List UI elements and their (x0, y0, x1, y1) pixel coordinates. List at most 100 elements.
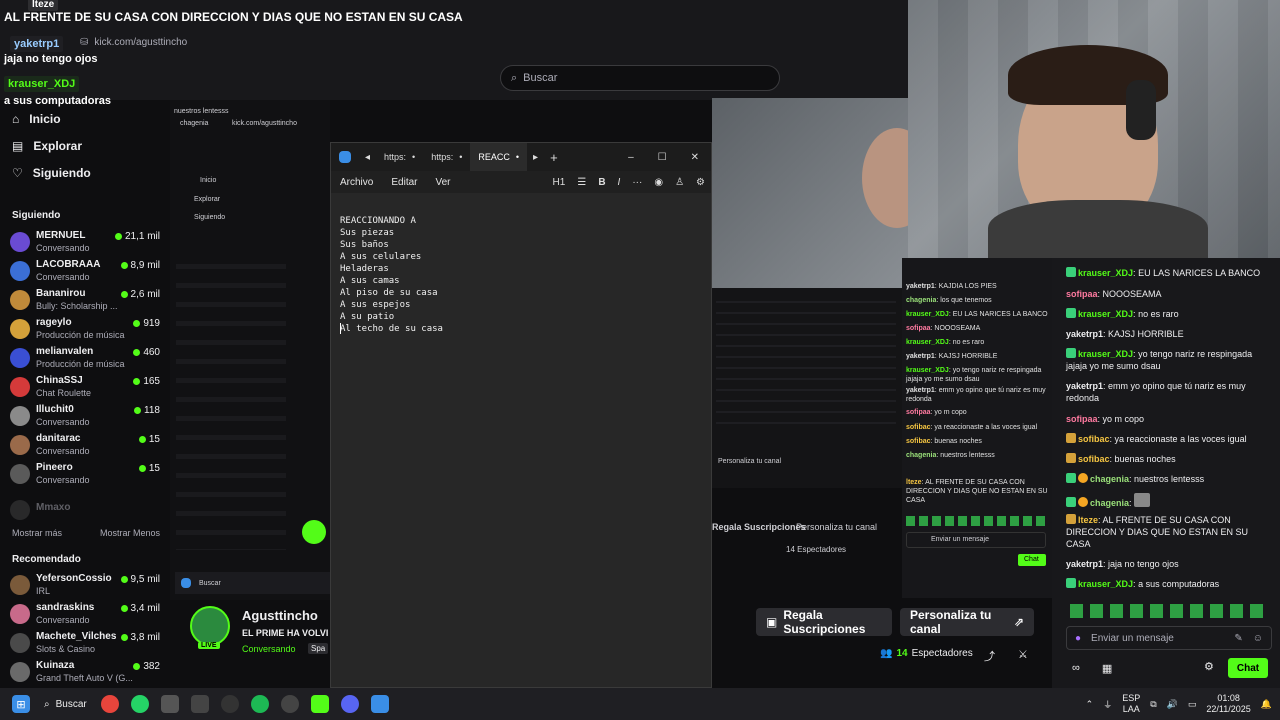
mid-customize-label[interactable]: Personaliza tu canal (796, 522, 877, 532)
gift-subs-button[interactable]: ▣ Regala Suscripciones (756, 608, 892, 636)
chat-user[interactable]: yaketrp1 (1066, 329, 1103, 339)
clock[interactable]: 01:08 22/11/2025 (1206, 693, 1250, 715)
calendar-icon[interactable]: ▦ (1102, 662, 1112, 675)
battery-icon[interactable]: ▭ (1188, 699, 1197, 710)
streamer-name[interactable]: Agusttincho (242, 608, 318, 623)
following-channel[interactable]: Illuchit0 Conversando 118 (10, 402, 160, 432)
language-indicator[interactable]: ESP LAA (1122, 693, 1140, 715)
mini-chat-button[interactable]: Chat (1018, 554, 1046, 566)
following-channel[interactable]: rageylo Producción de música 919 (10, 315, 160, 345)
nav-label: Inicio (29, 112, 61, 126)
following-channel[interactable]: Bananirou Bully: Scholarship ... 2,6 mil (10, 286, 160, 316)
chat-user[interactable]: krauser_XDJ (1078, 579, 1133, 589)
nav-explorar[interactable]: ▤ Explorar (12, 139, 82, 153)
nav-siguiendo[interactable]: ♡ Siguiendo (12, 166, 91, 180)
discord-icon[interactable] (340, 695, 359, 713)
network-icon[interactable]: ⧉ (1150, 699, 1156, 710)
chat-user[interactable]: yaketrp1 (1066, 381, 1103, 391)
chat-text: jaja no tengo ojos (1108, 559, 1179, 569)
following-channel-offline[interactable]: Mmaxo (10, 496, 160, 526)
tab-1[interactable]: https: • (376, 143, 423, 171)
chat-settings-icon[interactable]: ⚙ (1204, 660, 1214, 673)
new-tab-icon[interactable]: + (544, 150, 564, 165)
windows-start-icon[interactable]: ⊞ (12, 695, 30, 713)
emoji-icon[interactable]: ☺ (1253, 633, 1263, 644)
chrome-icon[interactable] (100, 695, 119, 713)
chat-user[interactable]: chagenia (1090, 498, 1129, 508)
stream-tag[interactable]: Spa (308, 643, 329, 654)
tab-prev-icon[interactable]: ◂ (359, 152, 376, 163)
show-more-link[interactable]: Mostrar más (12, 528, 62, 538)
mod-icon[interactable]: ⚔ (1018, 648, 1028, 661)
taskbar-search[interactable]: ⌕ Buscar (44, 699, 87, 710)
bold-icon[interactable]: B (592, 177, 611, 188)
following-channel[interactable]: MERNUEL Conversando 21,1 mil (10, 228, 160, 258)
chat-send-button[interactable]: Chat (1228, 658, 1268, 678)
chat-user[interactable]: sofibac (1078, 454, 1110, 464)
chat-user[interactable]: sofibac (1078, 434, 1110, 444)
following-channel[interactable]: danitarac Conversando 15 (10, 431, 160, 461)
following-channel[interactable]: LACOBRAAA Conversando 8,9 mil (10, 257, 160, 287)
channel-name: Pineero (36, 462, 73, 473)
menu-editar[interactable]: Editar (382, 177, 426, 188)
home-icon: ⌂ (12, 112, 20, 126)
infinity-icon[interactable]: ∞ (1072, 662, 1080, 675)
show-less-link[interactable]: Mostrar Menos (100, 528, 160, 538)
usb-icon[interactable]: ⏚ (1103, 698, 1112, 711)
tab-3-active[interactable]: REACC • (470, 143, 528, 171)
emote-row[interactable] (1070, 604, 1270, 618)
mini-chat-input[interactable]: Enviar un mensaje (906, 532, 1046, 548)
close-icon[interactable]: ✕ (679, 152, 711, 163)
account-icon[interactable]: ♙ (669, 177, 690, 188)
menu-archivo[interactable]: Archivo (331, 177, 382, 188)
menu-ver[interactable]: Ver (426, 177, 459, 188)
spotify-icon[interactable] (250, 695, 269, 713)
recommended-channel[interactable]: YefersonCossio IRL 9,5 mil (10, 571, 160, 601)
tab-next-icon[interactable]: ▸ (527, 152, 544, 163)
steam-icon[interactable] (280, 695, 299, 713)
overlay-chat-text: jaja no tengo ojos (4, 53, 98, 65)
following-channel[interactable]: ChinaSSJ Chat Roulette 165 (10, 373, 160, 403)
chatgpt-icon[interactable] (220, 695, 239, 713)
chat-user[interactable]: sofipaa (1066, 289, 1098, 299)
heading-dropdown[interactable]: H1 (547, 177, 572, 188)
following-channel[interactable]: Pineero Conversando 15 (10, 460, 160, 490)
recommended-channel[interactable]: sandraskins Conversando 3,4 mil (10, 600, 160, 630)
app-icon[interactable] (190, 695, 209, 713)
customize-channel-button[interactable]: Personaliza tu canal ⇗ (900, 608, 1034, 636)
stream-category[interactable]: Conversando (242, 644, 296, 654)
kick-icon[interactable] (310, 695, 329, 713)
volume-icon[interactable]: 🔊 (1167, 699, 1178, 710)
address-bar[interactable]: ⛁ kick.com/agusttincho (80, 33, 370, 51)
mid-gift-label[interactable]: Regala Suscripciones (712, 522, 806, 532)
chat-input[interactable]: ● Enviar un mensaje ✎ ☺ (1066, 626, 1272, 650)
magic-icon[interactable]: ✎ (1234, 633, 1242, 644)
italic-icon[interactable]: I (612, 177, 627, 188)
share-icon[interactable]: ⤴ (984, 648, 995, 664)
more-icon[interactable]: ··· (626, 177, 648, 188)
recommended-channel[interactable]: Machete_Vilches Slots & Casino 3,8 mil (10, 629, 160, 659)
following-channel[interactable]: melianvalen Producción de música 460 (10, 344, 160, 374)
chat-user[interactable]: chagenia (1090, 474, 1129, 484)
nav-inicio[interactable]: ⌂ Inicio (12, 112, 61, 126)
tab-2[interactable]: https: • (423, 143, 470, 171)
streamer-avatar[interactable] (190, 606, 230, 646)
chat-user[interactable]: krauser_XDJ (1078, 268, 1133, 278)
whatsapp-icon[interactable] (130, 695, 149, 713)
maximize-icon[interactable]: ☐ (646, 152, 679, 163)
notifications-icon[interactable]: 🔔 (1261, 699, 1272, 710)
chat-user[interactable]: sofipaa (1066, 414, 1098, 424)
folder-icon[interactable] (160, 695, 179, 713)
search-input[interactable]: ⌕ Buscar (500, 65, 780, 91)
chat-user[interactable]: krauser_XDJ (1078, 309, 1133, 319)
chat-user[interactable]: krauser_XDJ (1078, 349, 1133, 359)
notepad-taskbar-icon[interactable] (370, 695, 389, 713)
settings-icon[interactable]: ⚙ (690, 177, 711, 188)
minimize-icon[interactable]: – (616, 152, 646, 163)
copilot-icon[interactable]: ◉ (648, 177, 669, 188)
chat-user[interactable]: yaketrp1 (1066, 559, 1103, 569)
list-icon[interactable]: ☰ (571, 177, 592, 188)
chat-user[interactable]: lteze (1078, 515, 1098, 525)
recommended-channel[interactable]: Kuinaza Grand Theft Auto V (G... 382 (10, 658, 160, 688)
chevron-up-icon[interactable]: ⌃ (1086, 699, 1094, 710)
